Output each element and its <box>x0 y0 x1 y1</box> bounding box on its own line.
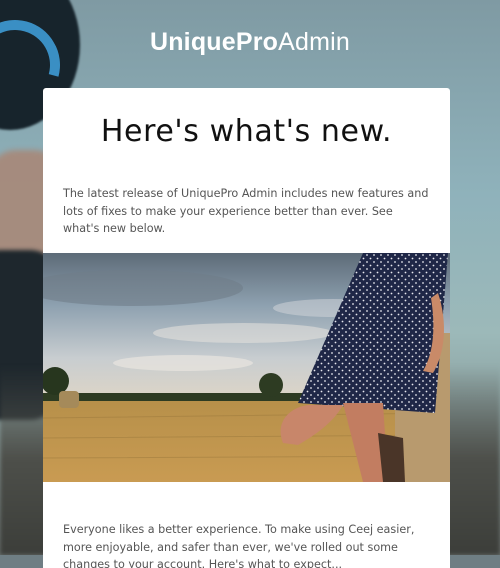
hero-image <box>43 253 450 482</box>
body-text: Everyone likes a better experience. To m… <box>63 523 415 568</box>
brand-logo-bold: UniquePro <box>149 28 279 56</box>
brand-logo[interactable]: UniqueProAdmin <box>0 28 500 57</box>
brand-logo-light: Admin <box>278 28 351 56</box>
email-card: Here's what's new. The latest release of… <box>43 88 450 568</box>
intro-text: The latest release of UniquePro Admin in… <box>63 187 429 236</box>
card-title: Here's what's new. <box>100 114 393 149</box>
